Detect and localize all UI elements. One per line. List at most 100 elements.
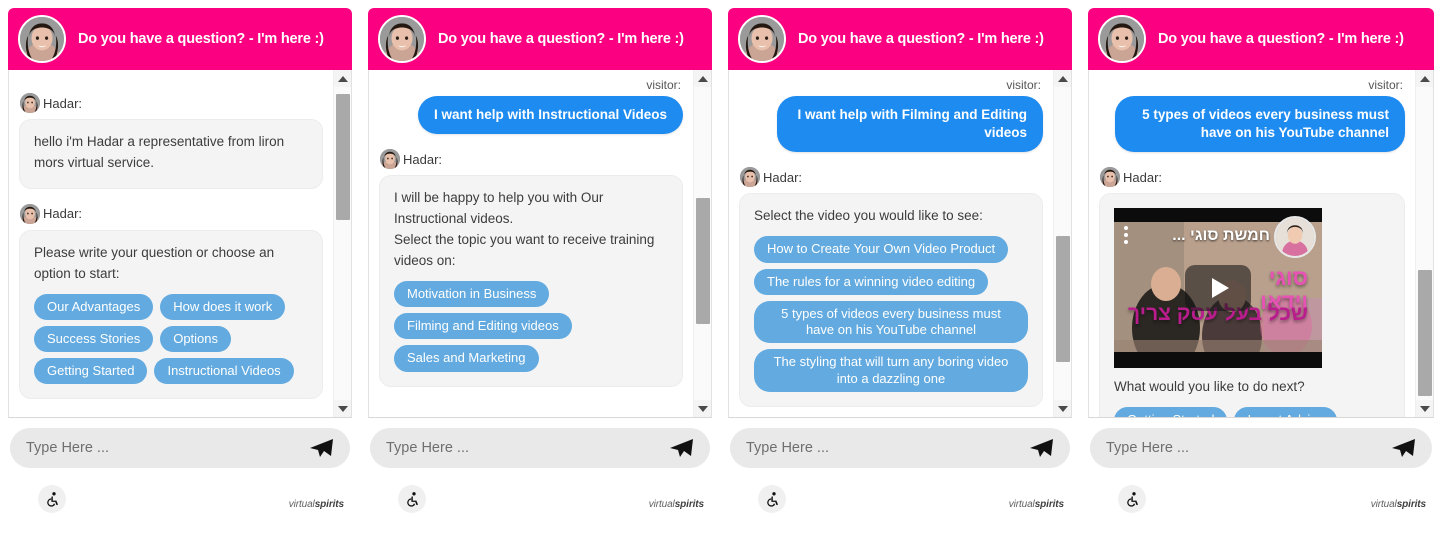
scroll-up-button[interactable] xyxy=(1054,70,1071,87)
chip-i-want-advice[interactable]: I want Advice xyxy=(1234,407,1338,417)
chip-success-stories[interactable]: Success Stories xyxy=(34,325,154,353)
chip-how-to-create-your-own-video-product[interactable]: How to Create Your Own Video Product xyxy=(754,236,1009,263)
scroll-up-button[interactable] xyxy=(694,70,711,87)
brand-bold: spirits xyxy=(314,499,344,510)
agent-avatar-small-icon xyxy=(19,202,41,225)
message-line: Please write your question or choose an xyxy=(34,244,275,260)
agent-name-label: Hadar: xyxy=(1123,169,1163,185)
play-button-icon[interactable] xyxy=(1185,265,1251,312)
widget-header: Do you have a question? - I'm here :) xyxy=(728,8,1072,70)
agent-name-label: Hadar: xyxy=(763,169,803,185)
widget-footer: virtualspirits xyxy=(730,485,1070,529)
message-input[interactable] xyxy=(746,440,1028,456)
chip-the-rules-for-a-winning-video-editing[interactable]: The rules for a winning video editing xyxy=(754,268,989,295)
message-input-bar[interactable] xyxy=(370,428,710,468)
chip-filming-and-editing-videos[interactable]: Filming and Editing videos xyxy=(394,313,572,340)
video-thumbnail[interactable]: חמשת סוגי ... סוגי וידאו שכל בעל עסק צרי… xyxy=(1114,208,1322,369)
agent-avatar-icon xyxy=(738,15,786,63)
widget-header-title: Do you have a question? - I'm here :) xyxy=(1158,31,1404,47)
message-line: hello i'm Hadar a representative from li… xyxy=(34,134,285,149)
virtualspirits-logo: virtualspirits xyxy=(1009,499,1064,510)
messages-panel: visitor: 5 types of videos every busines… xyxy=(1088,70,1434,418)
scroll-down-button[interactable] xyxy=(334,400,351,417)
agent-avatar-icon xyxy=(18,15,66,63)
kebab-menu-icon[interactable] xyxy=(1124,226,1128,247)
chip-how-does-it-work[interactable]: How does it work xyxy=(160,293,286,320)
chip-sales-and-marketing[interactable]: Sales and Marketing xyxy=(394,345,539,372)
message-line: option to start: xyxy=(34,265,120,281)
agent-name-label: Hadar: xyxy=(403,151,443,167)
brand-light: virtual xyxy=(1370,499,1397,510)
scroll-up-button[interactable] xyxy=(1416,70,1433,87)
message-input[interactable] xyxy=(26,440,308,456)
widget-header-title: Do you have a question? - I'm here :) xyxy=(438,31,684,47)
agent-avatar-small-icon xyxy=(19,92,41,114)
message-line: mors virtual service. xyxy=(34,154,155,170)
messages-scroll-area: Hadar: hello i'm Hadar a representative … xyxy=(9,70,333,417)
scrollbar-thumb[interactable] xyxy=(1418,270,1432,396)
chip-options[interactable]: Options xyxy=(160,325,232,353)
chip-5-types-of-videos[interactable]: 5 types of videos every business must ha… xyxy=(754,300,1028,344)
wheelchair-accessibility-icon[interactable] xyxy=(38,485,66,513)
agent-message-bubble: Please write your question or choose an … xyxy=(19,229,323,400)
chip-motivation-in-business[interactable]: Motivation in Business xyxy=(394,280,550,308)
wheelchair-accessibility-icon[interactable] xyxy=(758,485,786,513)
agent-avatar-small-icon xyxy=(739,166,761,189)
message-input-bar[interactable] xyxy=(730,428,1070,468)
widget-footer: virtualspirits xyxy=(1090,485,1432,529)
scroll-down-button[interactable] xyxy=(694,400,711,417)
quick-reply-chips: Motivation in Business Filming and Editi… xyxy=(394,280,668,372)
scroll-down-button[interactable] xyxy=(1416,400,1433,417)
messages-panel: Hadar: hello i'm Hadar a representative … xyxy=(8,70,352,418)
message-input-bar[interactable] xyxy=(1090,428,1432,468)
scroll-down-button[interactable] xyxy=(1054,400,1071,417)
chip-our-advantages[interactable]: Our Advantages xyxy=(34,293,154,320)
wheelchair-accessibility-icon[interactable] xyxy=(398,485,426,513)
agent-name-row: Hadar: xyxy=(1099,166,1405,189)
virtualspirits-logo: virtualspirits xyxy=(649,499,704,510)
agent-name-label: Hadar: xyxy=(43,95,83,111)
messages-panel: visitor: I want help with Instructional … xyxy=(368,70,712,418)
message-line: Select the topic you want to receive tra… xyxy=(394,232,655,248)
messages-scrollbar[interactable] xyxy=(1053,70,1071,417)
message-line: Select the video you would like to see: xyxy=(754,208,983,224)
send-paper-plane-icon[interactable] xyxy=(668,437,694,459)
brand-light: virtual xyxy=(1008,499,1035,510)
quick-reply-chips: Our Advantages How does it work Success … xyxy=(34,293,308,385)
agent-avatar-small-icon xyxy=(1099,166,1121,189)
messages-scrollbar[interactable] xyxy=(1415,70,1433,417)
chip-getting-started[interactable]: Getting Started xyxy=(1114,407,1228,417)
message-input-bar[interactable] xyxy=(10,428,350,468)
send-paper-plane-icon[interactable] xyxy=(1028,437,1054,459)
message-line: Instructional videos. xyxy=(394,211,514,227)
scrollbar-thumb[interactable] xyxy=(696,198,710,324)
messages-scrollbar[interactable] xyxy=(693,70,711,417)
scrollbar-thumb[interactable] xyxy=(336,94,350,220)
brand-light: virtual xyxy=(288,499,315,510)
visitor-label: visitor: xyxy=(1368,78,1403,92)
followup-question: What would you like to do next? xyxy=(1114,379,1305,395)
agent-name-label: Hadar: xyxy=(43,206,83,222)
chip-getting-started[interactable]: Getting Started xyxy=(34,358,148,385)
message-input[interactable] xyxy=(1106,440,1390,456)
scroll-up-button[interactable] xyxy=(334,70,351,87)
chat-widget-panel-1: Do you have a question? - I'm here :) Ha… xyxy=(0,0,360,539)
chip-the-styling-that-will-turn-any-boring-video[interactable]: The styling that will turn any boring vi… xyxy=(754,349,1028,392)
wheelchair-accessibility-icon[interactable] xyxy=(1118,485,1146,513)
brand-bold: spirits xyxy=(1396,499,1426,510)
chip-instructional-videos[interactable]: Instructional Videos xyxy=(154,358,294,385)
visitor-label: visitor: xyxy=(1006,78,1041,92)
scrollbar-thumb[interactable] xyxy=(1056,236,1070,362)
agent-avatar-icon xyxy=(378,15,426,63)
widget-footer: virtualspirits xyxy=(10,485,350,529)
widget-header-title: Do you have a question? - I'm here :) xyxy=(798,31,1044,47)
message-line: videos on: xyxy=(394,252,456,268)
brand-bold: spirits xyxy=(1034,499,1064,510)
messages-scroll-area: visitor: I want help with Filming and Ed… xyxy=(729,70,1053,417)
send-paper-plane-icon[interactable] xyxy=(1390,437,1416,459)
agent-name-row: Hadar: xyxy=(379,148,683,171)
message-input[interactable] xyxy=(386,440,668,456)
chat-widget-panel-3: Do you have a question? - I'm here :) vi… xyxy=(720,0,1080,539)
messages-scrollbar[interactable] xyxy=(333,70,351,417)
send-paper-plane-icon[interactable] xyxy=(308,437,334,459)
